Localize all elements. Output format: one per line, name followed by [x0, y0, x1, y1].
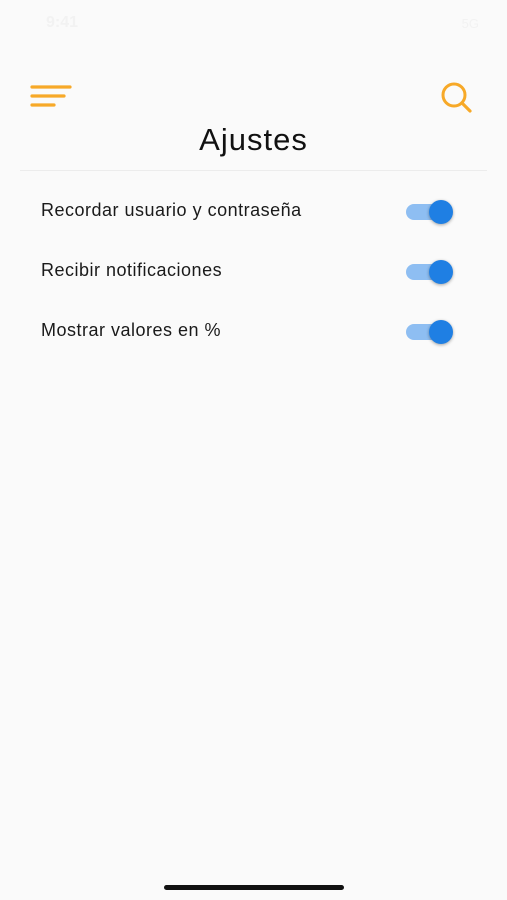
status-bar: 9:41 5G — [0, 0, 507, 50]
setting-row-remember-credentials: Recordar usuario y contraseña — [0, 180, 507, 240]
notifications-toggle[interactable] — [406, 260, 456, 284]
setting-label: Mostrar valores en % — [41, 320, 222, 340]
search-button[interactable] — [436, 78, 476, 118]
setting-row-notifications: Recibir notificaciones — [0, 240, 507, 300]
header-divider — [20, 170, 487, 171]
app-header: Ajustes — [0, 70, 507, 170]
setting-label: Recibir notificaciones — [41, 260, 223, 280]
remember-credentials-toggle[interactable] — [406, 200, 456, 224]
setting-row-percent-values: Mostrar valores en % — [0, 300, 507, 360]
status-indicators: 5G — [461, 16, 479, 31]
setting-label: Recordar usuario y contraseña — [41, 200, 302, 220]
settings-list: Recordar usuario y contraseña Recibir no… — [0, 180, 507, 360]
percent-values-toggle[interactable] — [406, 320, 456, 344]
toggle-thumb — [429, 260, 453, 284]
toggle-thumb — [429, 200, 453, 224]
hamburger-menu-icon — [30, 85, 72, 107]
search-icon — [441, 82, 472, 113]
menu-button[interactable] — [28, 84, 76, 108]
toggle-thumb — [429, 320, 453, 344]
status-time: 9:41 — [46, 14, 79, 31]
page-title: Ajustes — [199, 122, 308, 157]
home-indicator[interactable] — [164, 885, 344, 890]
